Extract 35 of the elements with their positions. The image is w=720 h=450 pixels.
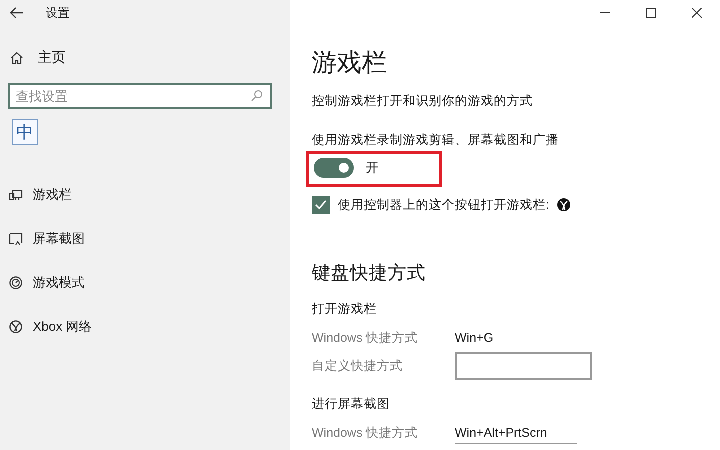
shortcut-label: 自定义快捷方式	[312, 358, 404, 374]
close-icon[interactable]	[692, 8, 702, 18]
nav-item[interactable]: 屏幕截图	[0, 217, 290, 261]
maximize-icon[interactable]	[646, 8, 656, 18]
setting-label: 使用游戏栏录制游戏剪辑、屏幕截图和广播	[312, 132, 560, 149]
ime-indicator: 中	[12, 119, 38, 145]
checkbox[interactable]	[312, 196, 330, 214]
description: 控制游戏栏打开和识别你的游戏的方式	[312, 93, 534, 110]
checkbox-label: 使用控制器上的这个按钮打开游戏栏:	[338, 196, 550, 214]
section-title: 键盘快捷方式	[312, 261, 427, 285]
shortcut-input[interactable]	[455, 352, 592, 380]
page-title: 游戏栏	[312, 48, 388, 79]
checkmark-icon	[315, 200, 327, 210]
search-icon	[250, 89, 264, 103]
monitor-icon	[9, 188, 23, 202]
window-title: 设置	[46, 4, 70, 22]
shortcut-label: Windows 快捷方式	[312, 424, 420, 442]
nav-item[interactable]: 游戏栏	[0, 173, 290, 217]
group-title: 进行屏幕截图	[312, 396, 391, 413]
nav-item[interactable]: 游戏模式	[0, 261, 290, 305]
toggle-label: 开	[366, 159, 379, 177]
shortcut-label: Windows 快捷方式	[312, 330, 420, 346]
shortcut-value: Win+Alt+PrtScrn	[455, 422, 578, 444]
toggle-switch[interactable]	[314, 158, 354, 178]
back-arrow-icon[interactable]	[10, 7, 24, 19]
xbox-icon	[557, 198, 572, 212]
home-link[interactable]: 主页	[10, 49, 290, 67]
search-field[interactable]: 查找设置	[8, 83, 272, 109]
group-title: 打开游戏栏	[312, 301, 378, 318]
nav-item[interactable]: Xbox 网络	[0, 305, 290, 349]
xbox-icon	[9, 320, 23, 334]
screen-icon	[9, 232, 23, 246]
home-icon	[10, 51, 24, 65]
gauge-icon	[9, 276, 23, 290]
shortcut-value: Win+G	[455, 331, 494, 345]
